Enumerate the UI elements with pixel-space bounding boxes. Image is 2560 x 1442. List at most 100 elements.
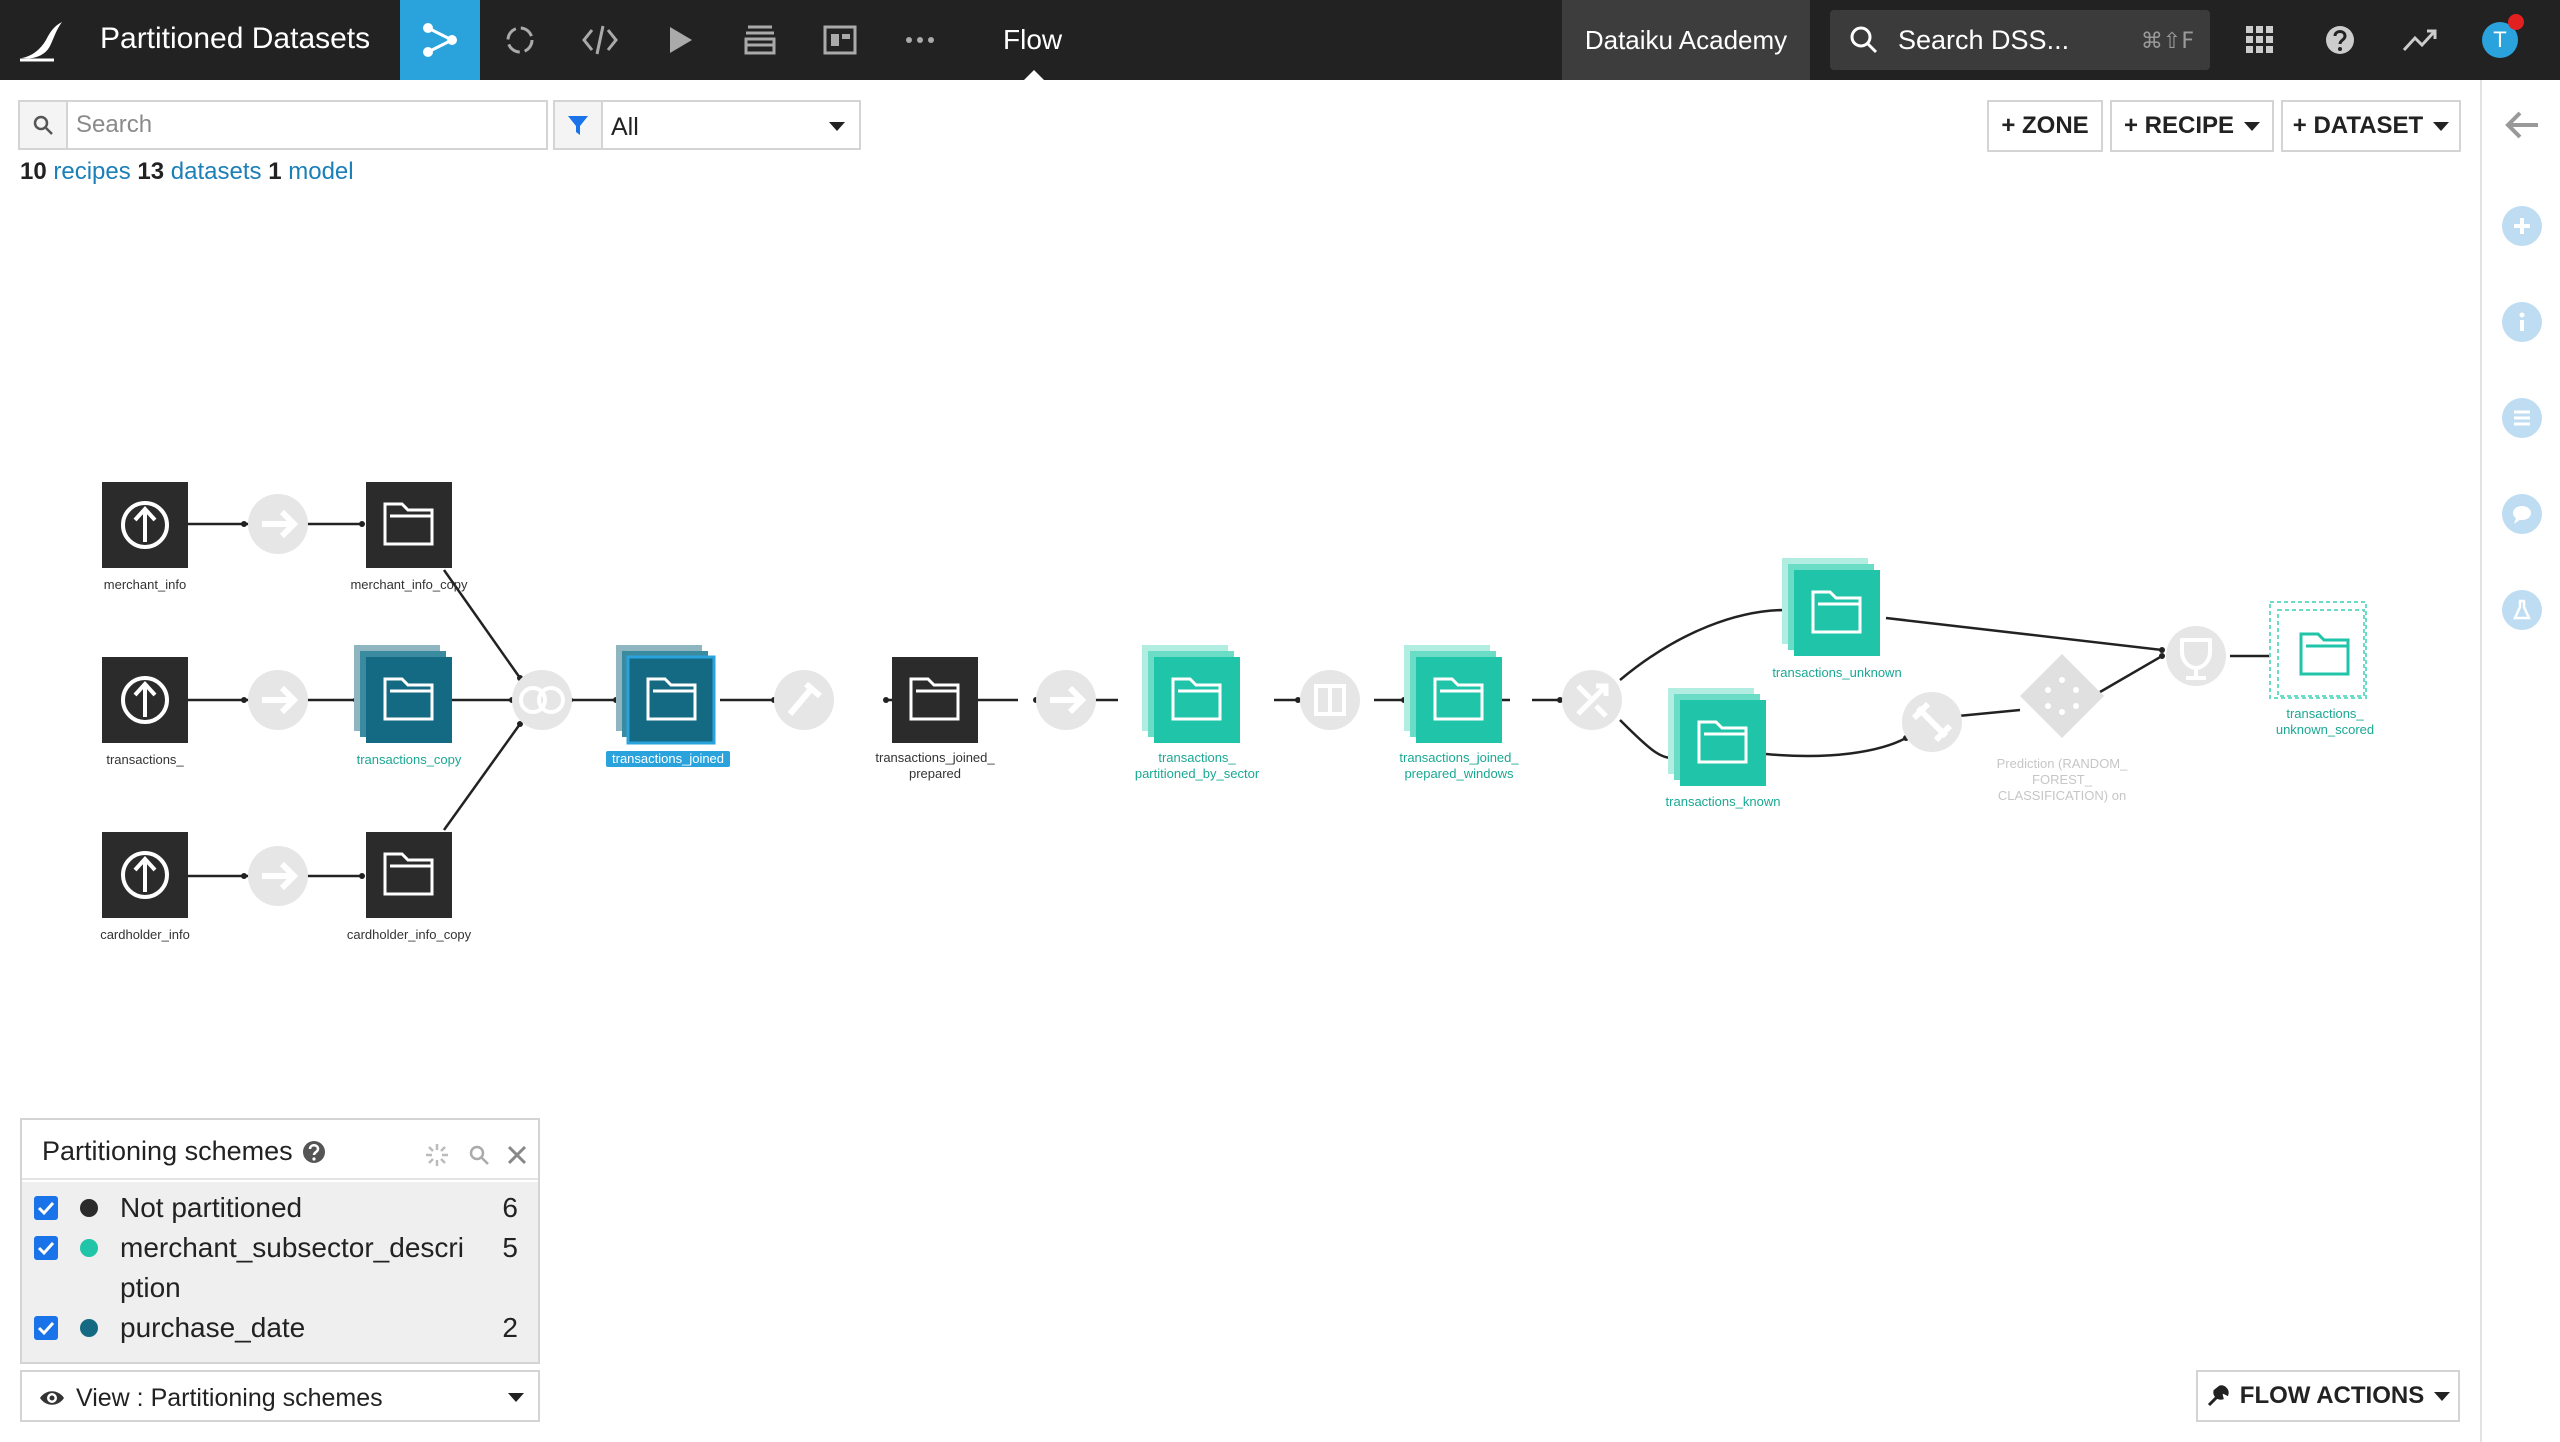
recipes-count: 10 bbox=[20, 158, 47, 185]
sync-recipe-3[interactable] bbox=[248, 846, 308, 906]
node-label-merchant-info-copy: merchant_info_copy bbox=[350, 577, 468, 592]
chat-icon bbox=[2513, 506, 2531, 524]
flow-search-input[interactable] bbox=[76, 110, 536, 140]
activity-button[interactable] bbox=[2396, 16, 2444, 64]
help-button[interactable] bbox=[2316, 16, 2364, 64]
global-search-label: Search DSS... bbox=[1898, 25, 2070, 55]
grid-icon bbox=[2246, 26, 2273, 53]
close-icon[interactable] bbox=[506, 1144, 528, 1166]
saved-model-node[interactable] bbox=[2020, 654, 2104, 738]
filter-button[interactable] bbox=[553, 100, 603, 150]
panel-body: Not partitioned 6 merchant_subsector_des… bbox=[22, 1182, 538, 1362]
scheme-count: 6 bbox=[502, 1192, 518, 1223]
flow-counts: 10 recipes 13 datasets 1 model bbox=[20, 158, 354, 186]
wiki-nav-button[interactable] bbox=[720, 0, 800, 80]
window-recipe[interactable] bbox=[1300, 670, 1360, 730]
project-title[interactable]: Partitioned Datasets bbox=[100, 22, 370, 56]
dataset-node-transactions-copy[interactable] bbox=[354, 645, 452, 743]
node-label-line: transactions_joined_ bbox=[875, 750, 995, 765]
node-label-saved-model: Prediction (RANDOM_ FOREST_ CLASSIFICATI… bbox=[1962, 756, 2162, 804]
dataset-node-transactions[interactable] bbox=[102, 657, 188, 743]
filter-select[interactable]: All bbox=[601, 100, 861, 150]
collapse-sidebar-button[interactable] bbox=[2504, 110, 2540, 145]
sync-recipe-4[interactable] bbox=[1036, 670, 1096, 730]
sidebar-schema-button[interactable] bbox=[2502, 398, 2542, 438]
flow-actions-button[interactable]: FLOW ACTIONS bbox=[2196, 1370, 2460, 1422]
node-label-line: transactions_ bbox=[1158, 750, 1236, 765]
models-link[interactable]: model bbox=[288, 158, 353, 185]
stack-icon bbox=[744, 25, 776, 55]
dataset-node-merchant-info[interactable] bbox=[102, 482, 188, 568]
dataset-node-transactions-unknown[interactable] bbox=[1782, 558, 1880, 656]
view-selector[interactable]: View : Partitioning schemes bbox=[20, 1370, 540, 1422]
node-label-cardholder-info-copy: cardholder_info_copy bbox=[346, 927, 472, 942]
loading-spinner-icon[interactable] bbox=[424, 1142, 450, 1168]
top-navbar: Partitioned Datasets Flow Dataiku Academ… bbox=[0, 0, 2560, 80]
dataset-node-cardholder-info[interactable] bbox=[102, 832, 188, 918]
sync-recipe-1[interactable] bbox=[248, 494, 308, 554]
scheme-count: 5 bbox=[502, 1232, 518, 1263]
dataset-node-transactions-joined-prepared[interactable] bbox=[892, 657, 978, 743]
node-label-line: Prediction (RANDOM_ bbox=[1996, 756, 2128, 771]
dataset-node-cardholder-info-copy[interactable] bbox=[366, 832, 452, 918]
dataiku-logo-icon[interactable] bbox=[14, 16, 70, 64]
flow-canvas[interactable]: merchant_info merchant_info_copy transac… bbox=[0, 190, 2480, 1090]
code-nav-button[interactable] bbox=[560, 0, 640, 80]
search-icon[interactable] bbox=[468, 1144, 490, 1166]
dataset-node-merchant-info-copy[interactable] bbox=[366, 482, 452, 568]
node-label-transactions-joined: transactions_joined bbox=[606, 751, 731, 767]
dataset-node-prepared-windows[interactable] bbox=[1404, 645, 1502, 743]
scheme-checkbox[interactable] bbox=[34, 1316, 58, 1340]
dataset-node-transactions-known[interactable] bbox=[1668, 688, 1766, 786]
checkmark-icon bbox=[37, 1241, 55, 1256]
node-label-line: unknown_scored bbox=[2275, 722, 2375, 737]
sync-recipe-2[interactable] bbox=[248, 670, 308, 730]
eye-icon bbox=[40, 1391, 64, 1405]
chevron-down-icon bbox=[508, 1393, 524, 1402]
node-label-line: prepared_windows bbox=[1404, 766, 1514, 781]
scheme-label: merchant_subsector_description bbox=[120, 1232, 464, 1303]
datasets-link[interactable]: datasets bbox=[171, 158, 262, 185]
sidebar-actions-button[interactable] bbox=[2502, 206, 2542, 246]
dataset-node-transactions-joined[interactable] bbox=[616, 645, 716, 745]
node-label-merchant-info: merchant_info bbox=[103, 577, 187, 592]
train-recipe[interactable] bbox=[1902, 692, 1962, 752]
dataset-node-unknown-scored[interactable] bbox=[2269, 601, 2367, 699]
scheme-checkbox[interactable] bbox=[34, 1196, 58, 1220]
split-recipe[interactable] bbox=[1562, 670, 1622, 730]
add-dataset-label: + DATASET bbox=[2292, 112, 2424, 139]
node-label-partitioned-by-sector: transactions_ partitioned_by_sector bbox=[1097, 750, 1297, 782]
prepare-recipe[interactable] bbox=[774, 670, 834, 730]
dashboard-icon bbox=[823, 25, 857, 55]
lab-nav-button[interactable] bbox=[480, 0, 560, 80]
scheme-row-not-partitioned[interactable]: Not partitioned 6 bbox=[22, 1188, 538, 1228]
global-search[interactable]: Search DSS... ⌘⇧F bbox=[1830, 10, 2210, 70]
help-icon[interactable] bbox=[302, 1140, 326, 1164]
node-label-unknown-scored: transactions_ unknown_scored bbox=[2225, 706, 2425, 738]
flow-nav-button[interactable] bbox=[400, 0, 480, 80]
instance-name[interactable]: Dataiku Academy bbox=[1562, 0, 1810, 80]
scheme-row-purchase-date[interactable]: purchase_date 2 bbox=[22, 1308, 538, 1348]
sidebar-discussions-button[interactable] bbox=[2502, 494, 2542, 534]
scheme-checkbox[interactable] bbox=[34, 1236, 58, 1260]
join-recipe[interactable] bbox=[512, 670, 572, 730]
more-nav-button[interactable] bbox=[880, 0, 960, 80]
models-count: 1 bbox=[268, 158, 282, 185]
apps-menu-button[interactable] bbox=[2236, 16, 2284, 64]
sidebar-details-button[interactable] bbox=[2502, 302, 2542, 342]
score-recipe[interactable] bbox=[2166, 626, 2226, 686]
add-dataset-button[interactable]: + DATASET bbox=[2281, 100, 2461, 152]
sidebar-lab-button[interactable] bbox=[2502, 590, 2542, 630]
add-recipe-button[interactable]: + RECIPE bbox=[2110, 100, 2274, 152]
scheme-row-merchant-subsector[interactable]: merchant_subsector_description 5 bbox=[22, 1228, 538, 1308]
flow-icon bbox=[423, 23, 457, 57]
jobs-nav-button[interactable] bbox=[640, 0, 720, 80]
add-zone-label: + ZONE bbox=[2001, 112, 2089, 139]
node-label-line: prepared bbox=[908, 766, 962, 781]
current-view-indicator bbox=[1024, 70, 1044, 80]
dataset-node-partitioned-by-sector[interactable] bbox=[1142, 645, 1240, 743]
search-shortcut: ⌘⇧F bbox=[2140, 29, 2194, 54]
recipes-link[interactable]: recipes bbox=[53, 158, 130, 185]
add-zone-button[interactable]: + ZONE bbox=[1987, 100, 2103, 152]
dashboard-nav-button[interactable] bbox=[800, 0, 880, 80]
